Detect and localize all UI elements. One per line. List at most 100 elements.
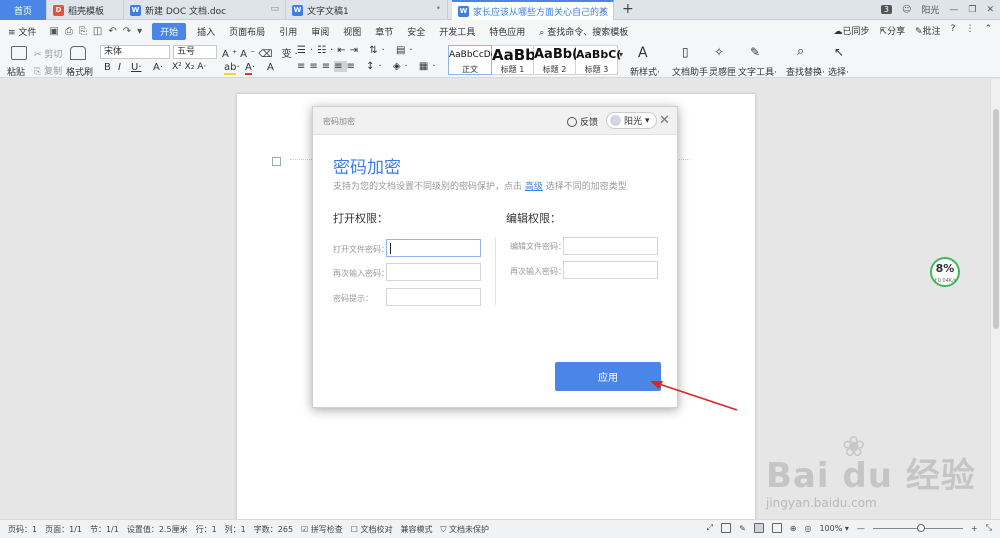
tab-daoke[interactable]: D 稻壳模板 <box>47 0 124 20</box>
style-heading-3[interactable]: AaBbC( 标题 3 <box>576 45 621 75</box>
preview-icon[interactable]: ◫ <box>93 26 102 37</box>
select-button[interactable]: 选择· <box>828 65 849 78</box>
dialog-close-icon[interactable]: ✕ <box>659 113 670 128</box>
minimize-icon[interactable]: — <box>949 5 958 15</box>
more-icon[interactable]: ⋮ <box>965 24 974 37</box>
font-color-button[interactable]: A· <box>245 62 255 75</box>
open-password-confirm-input[interactable] <box>386 263 481 281</box>
underline-button[interactable]: U· <box>131 62 142 73</box>
styles-scroll-icon[interactable]: ▾ <box>619 50 623 59</box>
highlight-button[interactable]: ab· <box>224 62 240 75</box>
doc-assistant-button[interactable]: 文档助手 <box>672 65 708 78</box>
feedback-button[interactable]: 反馈 <box>567 115 598 128</box>
find-replace-icon[interactable]: ⌕ <box>797 44 804 59</box>
menu-references[interactable]: 引用 <box>279 25 297 38</box>
italic-button[interactable]: I <box>118 62 121 73</box>
page-view-icon[interactable] <box>753 523 764 533</box>
output-icon[interactable]: ⎙ <box>65 26 73 37</box>
menu-features[interactable]: 特色应用 <box>489 25 525 38</box>
format-painter-button[interactable]: 格式刷 <box>66 65 93 78</box>
style-heading-1[interactable]: AaBb 标题 1 <box>492 45 536 75</box>
text-tools-icon[interactable]: ✎ <box>750 45 760 59</box>
dialog-user-button[interactable]: 阳光 ▾ <box>606 112 657 129</box>
char-border-button[interactable]: A <box>267 62 274 73</box>
format-painter-icon[interactable] <box>70 46 86 60</box>
menu-page-layout[interactable]: 页面布局 <box>229 25 265 38</box>
spellcheck-button[interactable]: ☑ 拼写检查 <box>301 524 343 535</box>
window-count-badge[interactable]: 3 <box>880 5 892 14</box>
style-heading-2[interactable]: AaBb( 标题 2 <box>534 45 578 75</box>
redo-icon[interactable]: ↷ <box>123 26 131 37</box>
copy-button[interactable]: ⎘ 复制 <box>34 64 62 77</box>
outline-view-icon[interactable] <box>771 523 782 533</box>
status-word-count[interactable]: 字数：265 <box>254 524 293 535</box>
open-password-input[interactable] <box>386 239 481 257</box>
menu-insert[interactable]: 插入 <box>197 25 215 38</box>
close-icon[interactable]: ✕ <box>599 6 607 16</box>
new-style-icon[interactable]: A <box>638 45 648 61</box>
zoom-out-icon[interactable]: — <box>857 524 865 533</box>
inspiration-button[interactable]: 灵感匣 <box>709 65 736 78</box>
share-button[interactable]: ⇱分享 <box>880 24 906 37</box>
customize-icon[interactable]: ▾ <box>137 26 142 37</box>
scrollbar-thumb[interactable] <box>993 109 999 329</box>
restore-icon[interactable]: ❐ <box>968 5 976 15</box>
undo-icon[interactable]: ↶ <box>108 26 116 37</box>
bold-button[interactable]: B <box>104 62 111 73</box>
save-icon[interactable]: ▣ <box>49 26 58 37</box>
menu-start[interactable]: 开始 <box>152 22 187 40</box>
paragraph-tools-bottom[interactable]: ≡≡≡≡≡ ↕· ◈· ▦· <box>297 61 440 72</box>
sync-button[interactable]: ☁已同步 <box>834 24 870 37</box>
user-avatar-icon[interactable]: ☺ <box>902 5 911 15</box>
menu-developer[interactable]: 开发工具 <box>439 25 475 38</box>
edit-password-confirm-input[interactable] <box>563 261 658 279</box>
comment-button[interactable]: ✎批注 <box>915 24 941 37</box>
menu-chapter[interactable]: 章节 <box>375 25 393 38</box>
new-tab-icon[interactable]: + <box>622 1 634 17</box>
text-tools-button[interactable]: 文字工具· <box>738 65 777 78</box>
select-icon[interactable]: ↖ <box>834 45 844 59</box>
edit-password-input[interactable] <box>563 237 658 255</box>
collapse-ribbon-icon[interactable]: ⌃ <box>984 24 992 37</box>
zoom-value[interactable]: 100% ▾ <box>819 524 848 533</box>
tab-active-doc[interactable]: W 家长应该从哪些方面关心自己的孩 ✕ <box>452 0 614 20</box>
find-replace-button[interactable]: 查找替换· <box>786 65 825 78</box>
menu-view[interactable]: 视图 <box>343 25 361 38</box>
style-normal[interactable]: AaBbCcDd 正文 <box>448 45 496 75</box>
font-size-tools[interactable]: A⁺A⁻⌫ 变· <box>222 45 301 60</box>
help-button[interactable]: ? <box>951 24 956 37</box>
print-icon[interactable]: ⎘ <box>79 26 87 37</box>
script-buttons[interactable]: X² X₂ A· <box>172 62 206 72</box>
paragraph-tools-top[interactable]: ☰·☷·⇤⇥ ⇅· ▤· <box>297 45 417 56</box>
paragraph-layout-icon[interactable] <box>272 157 281 166</box>
menu-review[interactable]: 审阅 <box>311 25 329 38</box>
cut-button[interactable]: ✂ 剪切 <box>34 47 62 60</box>
proofread-button[interactable]: ☐ 文档校对 <box>351 524 393 535</box>
doc-assistant-icon[interactable]: ▯ <box>682 45 689 59</box>
paste-button[interactable]: 粘贴 <box>7 65 25 78</box>
apply-button[interactable]: 应用 <box>555 362 661 391</box>
text-effects-button[interactable]: A· <box>153 62 163 73</box>
paste-icon[interactable] <box>11 46 27 60</box>
user-name[interactable]: 阳光 <box>921 3 939 16</box>
zoom-in-icon[interactable]: + <box>971 524 978 533</box>
command-search[interactable]: ⌕ 查找命令、搜索模板 <box>539 25 628 38</box>
expand-icon[interactable]: ⤡ <box>986 523 992 533</box>
web-view-icon[interactable]: ⊕ <box>790 524 797 533</box>
font-size-select[interactable]: 五号 <box>173 45 217 59</box>
zoom-slider-knob[interactable] <box>916 523 925 532</box>
advanced-link[interactable]: 高级 <box>525 182 543 192</box>
read-mode-icon[interactable] <box>721 523 732 533</box>
eye-protect-icon[interactable]: ◎ <box>804 524 811 533</box>
inspiration-icon[interactable]: ✧ <box>714 45 724 59</box>
password-hint-input[interactable] <box>386 288 481 306</box>
file-menu[interactable]: ≡ 文件 <box>8 25 36 38</box>
fullscreen-icon[interactable]: ⤢ <box>707 523 713 533</box>
write-mode-icon[interactable]: ✎ <box>739 524 746 533</box>
tab-doc1[interactable]: W 文字文稿1 • <box>286 0 448 20</box>
new-style-button[interactable]: 新样式· <box>630 65 660 78</box>
font-family-select[interactable]: 宋体 <box>100 45 170 59</box>
zoom-slider[interactable] <box>872 523 963 532</box>
window-close-icon[interactable]: ✕ <box>986 5 994 15</box>
tab-new-doc[interactable]: W 新建 DOC 文档.doc ▭ <box>124 0 286 20</box>
